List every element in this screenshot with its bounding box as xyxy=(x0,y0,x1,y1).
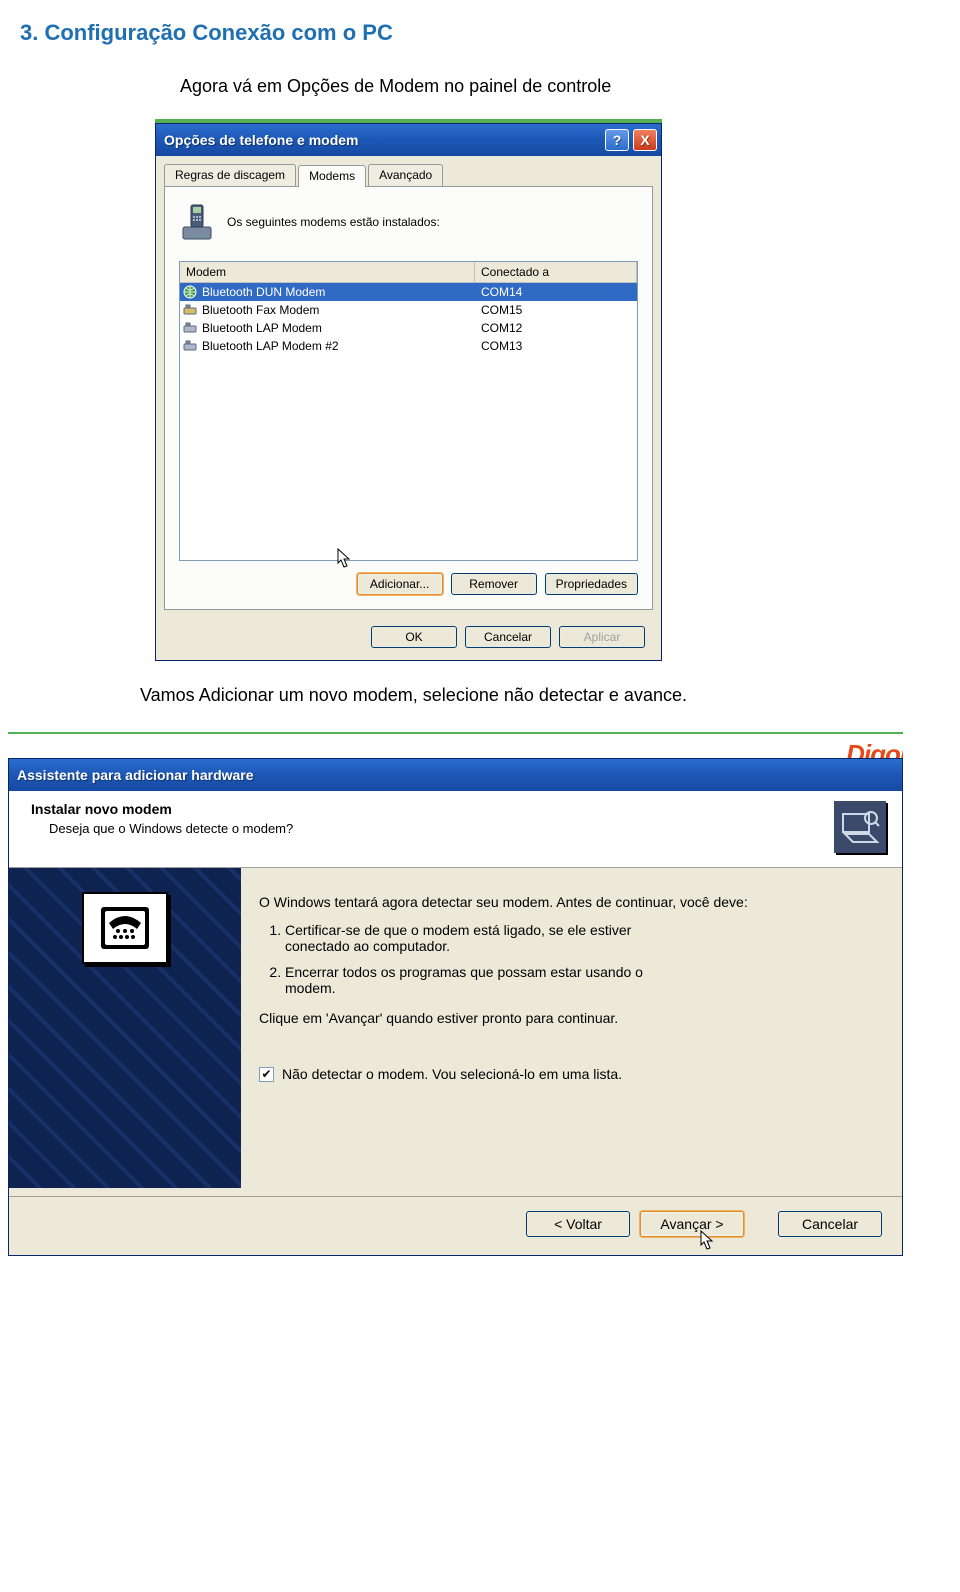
apply-button[interactable]: Aplicar xyxy=(559,626,645,648)
modem-port: COM14 xyxy=(475,285,637,299)
dont-detect-checkbox[interactable]: ✔ xyxy=(259,1067,274,1082)
modem-name: Bluetooth Fax Modem xyxy=(202,303,319,317)
brand-fragment: Digor xyxy=(8,734,903,758)
remove-button[interactable]: Remover xyxy=(451,573,537,595)
phone-modem-options-dialog: Opções de telefone e modem ? X Regras de… xyxy=(155,123,662,661)
modem-port: COM12 xyxy=(475,321,637,335)
ok-button[interactable]: OK xyxy=(371,626,457,648)
cancel-button[interactable]: Cancelar xyxy=(465,626,551,648)
tab-panel-modems: Os seguintes modems estão instalados: Mo… xyxy=(164,186,653,610)
cancel-button[interactable]: Cancelar xyxy=(778,1211,882,1237)
back-button[interactable]: < Voltar xyxy=(526,1211,630,1237)
phone-graphic-icon xyxy=(82,892,168,964)
col-modem[interactable]: Modem xyxy=(180,262,475,282)
intro-text-1: Agora vá em Opções de Modem no painel de… xyxy=(180,76,960,97)
listview-header: Modem Conectado a xyxy=(180,262,637,283)
modem-port: COM13 xyxy=(475,339,637,353)
modem-name: Bluetooth LAP Modem xyxy=(202,321,322,335)
installed-modems-caption: Os seguintes modems estão instalados: xyxy=(227,215,440,229)
wizard-step-2: Encerrar todos os programas que possam e… xyxy=(285,964,876,996)
wizard-header: Instalar novo modem Deseja que o Windows… xyxy=(9,791,902,868)
dont-detect-label: Não detectar o modem. Vou selecioná-lo e… xyxy=(282,1066,622,1082)
wizard-continue-text: Clique em 'Avançar' quando estiver pront… xyxy=(259,1010,876,1026)
title-bar: Opções de telefone e modem ? X xyxy=(156,124,661,156)
window-title: Assistente para adicionar hardware xyxy=(17,767,254,783)
col-connected-to[interactable]: Conectado a xyxy=(475,262,637,282)
add-hardware-wizard-dialog: Assistente para adicionar hardware Insta… xyxy=(8,758,903,1256)
modem-name: Bluetooth LAP Modem #2 xyxy=(202,339,339,353)
title-bar: Assistente para adicionar hardware xyxy=(9,759,902,791)
intro-text-2: Vamos Adicionar um novo modem, selecione… xyxy=(140,685,960,706)
wizard-header-subtitle: Deseja que o Windows detecte o modem? xyxy=(49,821,834,836)
tab-advanced[interactable]: Avançado xyxy=(368,164,443,186)
close-button[interactable]: X xyxy=(633,129,657,151)
modem-item-icon xyxy=(182,284,198,300)
modem-item-icon xyxy=(182,302,198,318)
modem-row[interactable]: Bluetooth LAP Modem COM12 xyxy=(180,319,637,337)
wizard-header-title: Instalar novo modem xyxy=(31,801,834,817)
tab-strip: Regras de discagem Modems Avançado xyxy=(156,156,661,186)
wizard-body-text: O Windows tentará agora detectar seu mod… xyxy=(241,868,902,1188)
tab-dialing-rules[interactable]: Regras de discagem xyxy=(164,164,296,186)
wizard-footer: < Voltar Avançar > Cancelar xyxy=(9,1197,902,1255)
modem-name: Bluetooth DUN Modem xyxy=(202,285,325,299)
add-button[interactable]: Adicionar... xyxy=(357,573,443,595)
wizard-side-graphic xyxy=(9,868,241,1188)
dialog-footer: OK Cancelar Aplicar xyxy=(156,618,661,660)
modem-row[interactable]: Bluetooth DUN Modem COM14 xyxy=(180,283,637,301)
modem-listview[interactable]: Modem Conectado a Bluetooth DUN Modem COM… xyxy=(179,261,638,561)
hardware-icon xyxy=(834,801,886,853)
wizard-intro-text: O Windows tentará agora detectar seu mod… xyxy=(259,894,876,910)
modem-row[interactable]: Bluetooth Fax Modem COM15 xyxy=(180,301,637,319)
brand-text: Digor xyxy=(846,739,903,759)
help-button[interactable]: ? xyxy=(605,129,629,151)
wizard-step-1: Certificar-se de que o modem está ligado… xyxy=(285,922,876,954)
phone-modem-icon xyxy=(179,201,215,243)
modem-row[interactable]: Bluetooth LAP Modem #2 COM13 xyxy=(180,337,637,355)
modem-item-icon xyxy=(182,320,198,336)
next-button[interactable]: Avançar > xyxy=(640,1211,744,1237)
modem-item-icon xyxy=(182,338,198,354)
section-heading: 3. Configuração Conexão com o PC xyxy=(20,20,960,46)
tab-modems[interactable]: Modems xyxy=(298,165,366,187)
modem-port: COM15 xyxy=(475,303,637,317)
window-title: Opções de telefone e modem xyxy=(164,132,359,148)
properties-button[interactable]: Propriedades xyxy=(545,573,638,595)
